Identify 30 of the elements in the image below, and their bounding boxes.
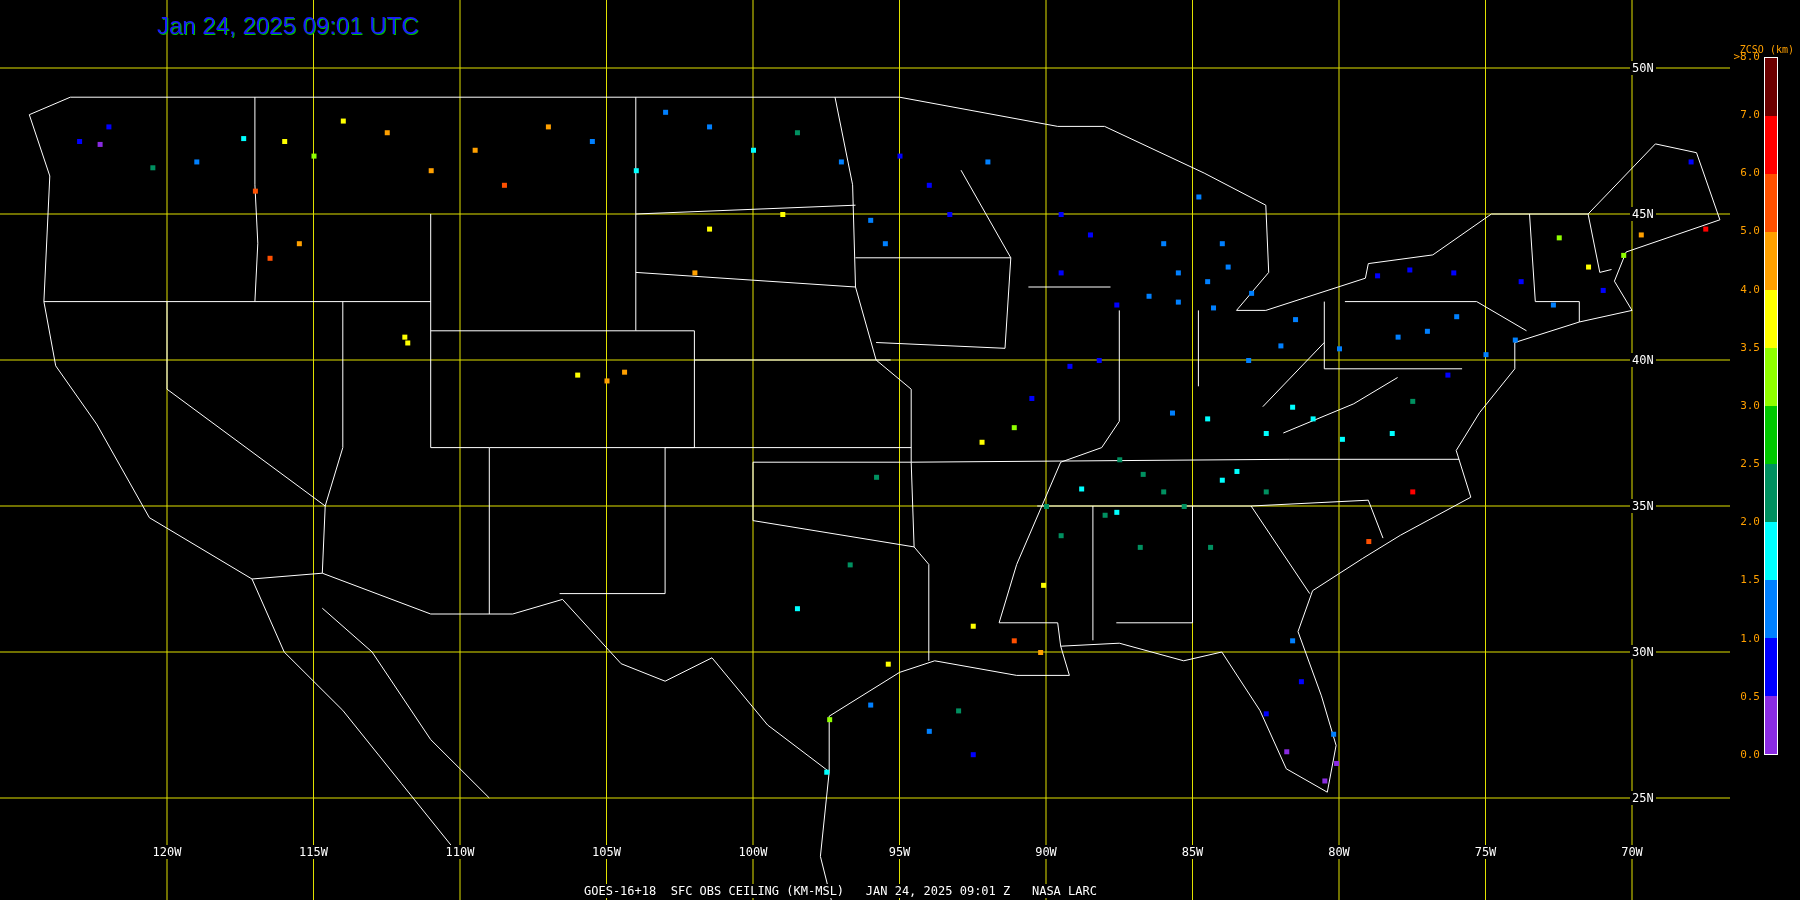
- longitude-label: 75W: [1472, 845, 1499, 859]
- longitude-label: 110W: [443, 845, 477, 859]
- longitude-label: 105W: [590, 845, 623, 859]
- longitude-label: 100W: [736, 845, 770, 859]
- longitude-label: 90W: [1033, 845, 1059, 859]
- latitude-label: 25N: [1630, 791, 1656, 805]
- longitude-label: 85W: [1179, 845, 1206, 859]
- legend-label: 3.5: [1739, 341, 1760, 354]
- footer-caption: GOES-16+18 SFC OBS CEILING (KM-MSL) JAN 24, 2025 09:01 Z NASA LARC: [584, 884, 1097, 898]
- legend-label: 2.0: [1739, 516, 1760, 529]
- legend-label: 3.0: [1739, 399, 1760, 412]
- longitude-label: 70W: [1619, 845, 1645, 859]
- latitude-label: 50N: [1630, 61, 1656, 75]
- legend-label: 1.5: [1739, 574, 1760, 587]
- longitude-label: 95W: [886, 845, 913, 859]
- legend-label: 1.0: [1739, 632, 1760, 645]
- legend-label: 0.5: [1739, 690, 1760, 703]
- legend-label: 4.0: [1739, 283, 1760, 296]
- latitude-label: 45N: [1630, 207, 1656, 221]
- longitude-label: 80W: [1326, 845, 1352, 859]
- latitude-label: 30N: [1630, 645, 1656, 659]
- legend-label: 7.0: [1739, 109, 1760, 122]
- longitude-label: 120W: [150, 845, 184, 859]
- legend-label: 2.5: [1739, 458, 1760, 471]
- longitude-label: 115W: [297, 845, 330, 859]
- legend-label: 5.0: [1739, 225, 1760, 238]
- legend-label: 6.0: [1739, 167, 1760, 180]
- latitude-label: 40N: [1630, 353, 1656, 367]
- latitude-label: 35N: [1630, 499, 1656, 513]
- legend-label: 0.0: [1739, 748, 1760, 761]
